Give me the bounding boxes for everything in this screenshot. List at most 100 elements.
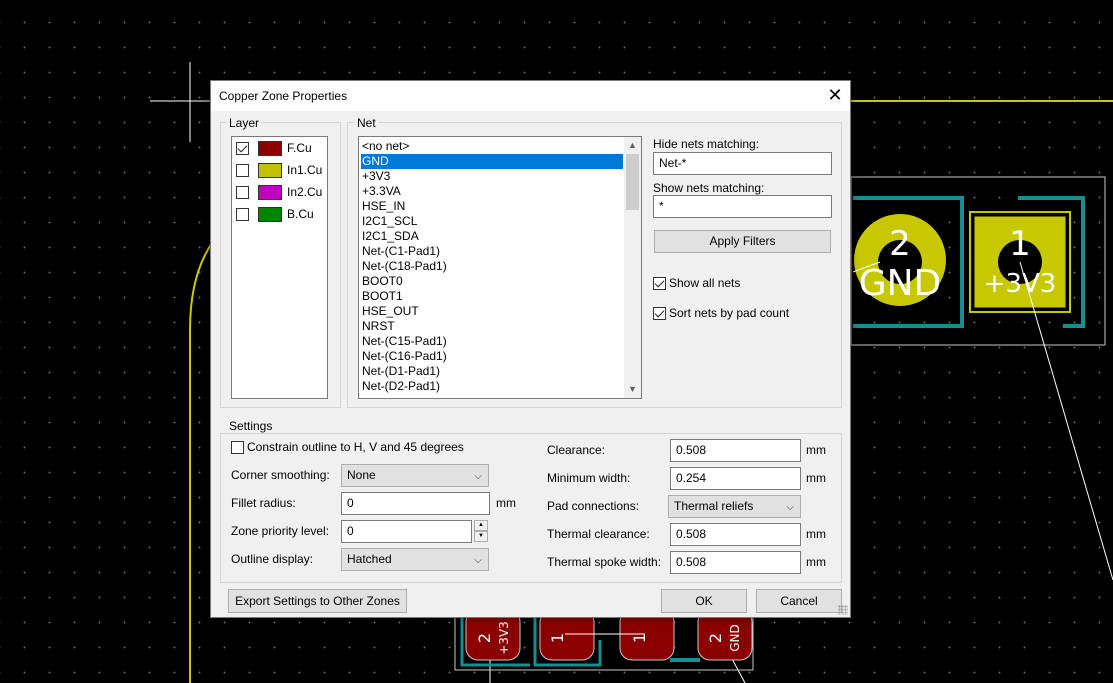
- spin-up-icon[interactable]: ▲: [474, 520, 488, 531]
- pad-connections-select[interactable]: Thermal reliefs ⌵: [668, 495, 801, 518]
- net-list-scrollbar[interactable]: ▲ ▼: [624, 137, 641, 398]
- show-nets-input[interactable]: *: [653, 195, 832, 218]
- corner-smoothing-value: None: [347, 468, 376, 482]
- net-group-label: Net: [355, 116, 378, 130]
- net-list[interactable]: <no net> GND +3V3 +3.3VA HSE_IN I2C1_SCL…: [358, 136, 642, 399]
- outline-display-label: Outline display:: [231, 552, 314, 566]
- export-settings-button[interactable]: Export Settings to Other Zones: [228, 589, 407, 613]
- thermal-clearance-input[interactable]: 0.508: [670, 523, 801, 546]
- net-item[interactable]: Net-(D1-Pad1): [361, 364, 623, 379]
- net-item[interactable]: Net-(C16-Pad1): [361, 349, 623, 364]
- show-all-nets-label: Show all nets: [669, 276, 741, 290]
- pad-1-number: 1: [1009, 224, 1031, 264]
- chevron-down-icon: ⌵: [474, 471, 482, 482]
- spin-down-icon[interactable]: ▼: [474, 531, 488, 542]
- net-item[interactable]: HSE_OUT: [361, 304, 623, 319]
- layer-name: In1.Cu: [287, 163, 323, 177]
- zone-priority-spinner[interactable]: ▲ ▼: [472, 520, 488, 543]
- sort-nets-label: Sort nets by pad count: [669, 306, 790, 320]
- title-bar[interactable]: Copper Zone Properties ✕: [211, 81, 850, 111]
- fillet-radius-label: Fillet radius:: [231, 496, 296, 510]
- net-item-selected[interactable]: GND: [361, 154, 623, 169]
- ok-button[interactable]: OK: [661, 589, 747, 613]
- scroll-down-icon[interactable]: ▼: [624, 381, 641, 398]
- net-item[interactable]: BOOT1: [361, 289, 623, 304]
- layer-row-bcu[interactable]: B.Cu: [236, 205, 314, 223]
- layer-name: B.Cu: [287, 207, 314, 221]
- layer-name: F.Cu: [287, 141, 312, 155]
- layer-color-swatch: [258, 206, 282, 222]
- hide-nets-label: Hide nets matching:: [653, 137, 760, 151]
- chevron-down-icon: ⌵: [786, 502, 794, 513]
- net-item[interactable]: Net-(D2-Pad1): [361, 379, 623, 394]
- dialog-title: Copper Zone Properties: [219, 89, 348, 103]
- cancel-button[interactable]: Cancel: [756, 589, 842, 613]
- layer-checkbox-in1cu[interactable]: [236, 163, 249, 177]
- bottom-pad-a-number: 2: [475, 633, 494, 643]
- net-item[interactable]: BOOT0: [361, 274, 623, 289]
- net-item[interactable]: I2C1_SCL: [361, 214, 623, 229]
- layer-color-swatch: [258, 162, 282, 178]
- layer-checkbox-in2cu[interactable]: [236, 185, 249, 199]
- thermal-spoke-input[interactable]: 0.508: [670, 551, 801, 574]
- pad-2-number: 2: [889, 224, 911, 264]
- layer-list[interactable]: F.Cu In1.Cu In2.Cu B.Cu: [231, 136, 328, 399]
- clearance-unit: mm: [806, 443, 826, 457]
- sort-nets-row[interactable]: Sort nets by pad count: [653, 306, 789, 320]
- net-item[interactable]: +3.3VA: [361, 184, 623, 199]
- thermal-spoke-label: Thermal spoke width:: [547, 555, 662, 569]
- scroll-up-icon[interactable]: ▲: [624, 137, 641, 154]
- clearance-input[interactable]: 0.508: [670, 439, 801, 462]
- net-item[interactable]: I2C1_SDA: [361, 229, 623, 244]
- copper-zone-dialog: Copper Zone Properties ✕ Layer F.Cu In1.…: [210, 80, 851, 618]
- net-item[interactable]: +3V3: [361, 169, 623, 184]
- layer-checkbox-bcu[interactable]: [236, 207, 249, 221]
- net-item[interactable]: NRST: [361, 319, 623, 334]
- fillet-radius-input[interactable]: 0: [341, 492, 490, 515]
- zone-priority-input[interactable]: 0: [341, 520, 472, 543]
- clearance-label: Clearance:: [547, 443, 606, 457]
- net-item[interactable]: HSE_IN: [361, 199, 623, 214]
- layer-row-in2cu[interactable]: In2.Cu: [236, 183, 322, 201]
- min-width-input[interactable]: 0.254: [670, 467, 801, 490]
- layer-row-in1cu[interactable]: In1.Cu: [236, 161, 322, 179]
- layer-checkbox-fcu[interactable]: [236, 141, 249, 155]
- scroll-thumb[interactable]: [626, 154, 639, 210]
- thermal-spoke-unit: mm: [806, 555, 826, 569]
- resize-grip[interactable]: [838, 605, 848, 615]
- show-all-nets-row[interactable]: Show all nets: [653, 276, 740, 290]
- fillet-radius-unit: mm: [496, 496, 516, 510]
- show-all-nets-checkbox[interactable]: [653, 276, 666, 290]
- layer-name: In2.Cu: [287, 185, 323, 199]
- net-item[interactable]: Net-(C1-Pad1): [361, 244, 623, 259]
- constrain-checkbox[interactable]: [231, 440, 244, 454]
- pad-1-net: +3V3: [984, 269, 1057, 299]
- min-width-unit: mm: [806, 471, 826, 485]
- zone-priority-label: Zone priority level:: [231, 524, 330, 538]
- bottom-pad-d-net: GND: [728, 624, 742, 652]
- layer-color-swatch: [258, 184, 282, 200]
- outline-display-select[interactable]: Hatched ⌵: [341, 548, 489, 571]
- sort-nets-checkbox[interactable]: [653, 306, 666, 320]
- pad-2-net: GND: [859, 263, 942, 304]
- pad-connections-value: Thermal reliefs: [674, 499, 754, 513]
- close-button[interactable]: ✕: [820, 81, 850, 111]
- hide-nets-input[interactable]: Net-*: [653, 152, 832, 175]
- layer-color-swatch: [258, 140, 282, 156]
- layer-row-fcu[interactable]: F.Cu: [236, 139, 312, 157]
- corner-smoothing-select[interactable]: None ⌵: [341, 464, 489, 487]
- constrain-row[interactable]: Constrain outline to H, V and 45 degrees: [231, 440, 464, 454]
- apply-filters-button[interactable]: Apply Filters: [654, 230, 831, 253]
- pad-connections-label: Pad connections:: [547, 499, 640, 513]
- corner-smoothing-label: Corner smoothing:: [231, 468, 330, 482]
- net-item[interactable]: Net-(C18-Pad1): [361, 259, 623, 274]
- outline-display-value: Hatched: [347, 552, 392, 566]
- bottom-pad-a-net: +3V3: [497, 621, 511, 655]
- net-item[interactable]: <no net>: [361, 139, 623, 154]
- thermal-clearance-unit: mm: [806, 527, 826, 541]
- net-item[interactable]: Net-(C15-Pad1): [361, 334, 623, 349]
- bottom-pad-b-number: 1: [548, 633, 567, 643]
- bottom-pad-d-number: 2: [706, 633, 725, 643]
- thermal-clearance-label: Thermal clearance:: [547, 527, 650, 541]
- min-width-label: Minimum width:: [547, 471, 631, 485]
